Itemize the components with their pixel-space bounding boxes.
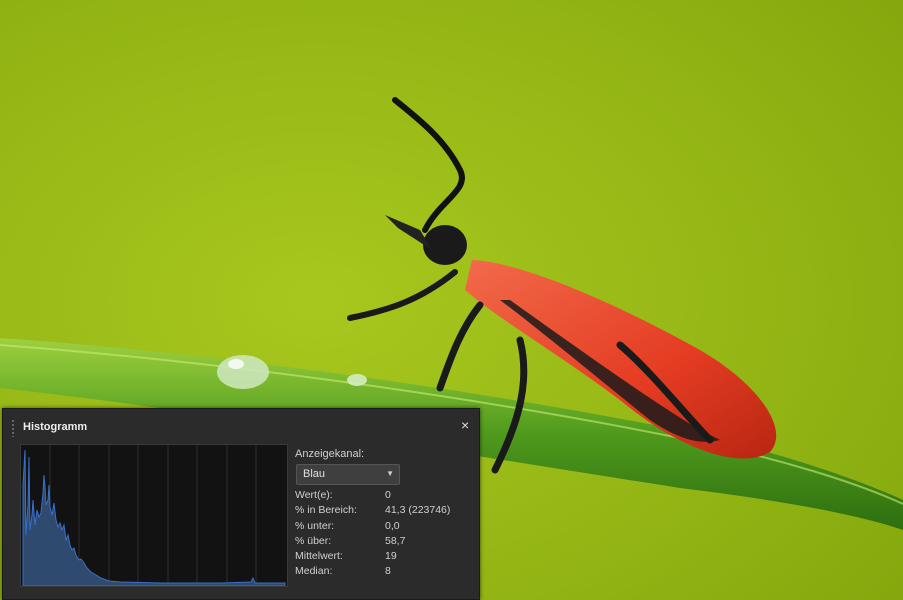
stats-value: 41,3 (223746) [385,504,451,517]
panel-title: Histogramm [23,421,88,433]
channel-dropdown[interactable]: Blau ▼ [296,464,400,485]
water-drop-shine [228,359,244,369]
stats-row: % unter: 0,0 [295,520,475,535]
stats-key: % in Bereich: [295,504,357,517]
stats-key: Mittelwert: [295,550,343,563]
channel-value: Blau [303,468,326,480]
close-icon[interactable]: × [461,418,469,432]
histogram-panel: Histogramm × Anzeigekanal: Blau ▼ Wert(e… [2,408,480,600]
water-drop-small [347,374,367,386]
stats-value: 58,7 [385,534,406,547]
stats-value: 8 [385,565,391,578]
stats-row: Mittelwert: 19 [295,550,475,565]
water-drop [217,355,269,389]
stats-row: % über: 58,7 [295,535,475,550]
stats-key: % über: [295,534,332,547]
chevron-down-icon: ▼ [386,469,394,478]
stats-row: Median: 8 [295,565,475,580]
stats-key: % unter: [295,519,335,532]
channel-label: Anzeigekanal: [295,448,365,460]
stats-key: Wert(e): [295,489,333,501]
histogram-area [22,449,286,586]
stats-list: Wert(e): 0 % in Bereich: 41,3 (223746) % u… [295,489,475,581]
stats-value: 0,0 [385,519,400,532]
drag-grip-icon[interactable] [11,419,15,437]
stats-row: Wert(e): 0 [295,489,475,504]
stats-key: Median: [295,565,333,578]
stats-value: 19 [385,550,397,563]
stats-value: 0 [385,489,391,501]
stats-row: % in Bereich: 41,3 (223746) [295,504,475,519]
histogram-chart [20,444,288,587]
